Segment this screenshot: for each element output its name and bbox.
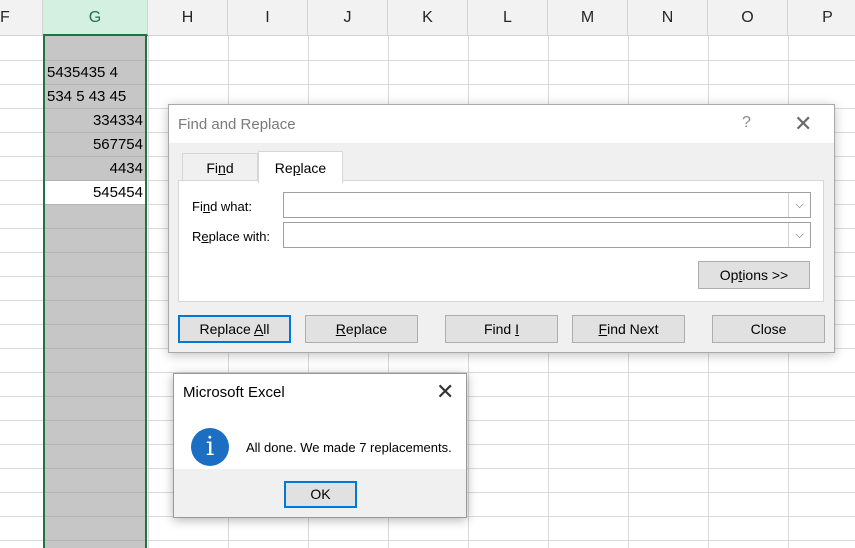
cell-border — [45, 348, 145, 349]
find-replace-dialog: Find and Replace ? ✕ Find Replace Find w… — [168, 104, 835, 353]
cell-border — [45, 468, 145, 469]
cell-border — [45, 396, 145, 397]
replace-all-button[interactable]: Replace All — [178, 315, 291, 343]
cell-g5[interactable]: 567754 — [45, 133, 145, 156]
close-button[interactable]: Close — [712, 315, 825, 343]
column-header-l[interactable]: L — [468, 0, 548, 36]
cell-border — [45, 444, 145, 445]
dialog-title: Find and Replace — [178, 116, 296, 133]
message-box-titlebar: Microsoft Excel ✕ — [174, 374, 466, 411]
tab-find[interactable]: Find — [182, 153, 258, 181]
chevron-down-icon[interactable]: ⌵ — [788, 223, 810, 247]
close-icon[interactable]: ✕ — [794, 111, 812, 137]
column-header-k[interactable]: K — [388, 0, 468, 36]
find-what-input[interactable]: ⌵ — [283, 192, 811, 218]
cell-border — [45, 252, 145, 253]
column-header-j[interactable]: J — [308, 0, 388, 36]
column-header-g[interactable]: G — [43, 0, 148, 36]
cell-border — [45, 492, 145, 493]
cell-g2[interactable]: 5435435 4 — [45, 61, 145, 84]
replace-with-input[interactable]: ⌵ — [283, 222, 811, 248]
close-icon[interactable]: ✕ — [436, 379, 454, 405]
cell-border — [45, 204, 145, 205]
cell-border — [45, 324, 145, 325]
cell-border — [45, 516, 145, 517]
cell-g3[interactable]: 534 5 43 45 — [45, 85, 145, 108]
column-header-f[interactable]: F — [0, 0, 43, 36]
replace-with-label: Replace with: — [192, 229, 271, 244]
tab-replace[interactable]: Replace — [258, 151, 343, 183]
ok-button[interactable]: OK — [284, 481, 357, 508]
cell-border — [45, 540, 145, 541]
find-what-label: Find what: — [192, 199, 252, 214]
column-header-h[interactable]: H — [148, 0, 228, 36]
cell-g6[interactable]: 4434 — [45, 157, 145, 180]
replace-button[interactable]: Replace — [305, 315, 418, 343]
message-box-body: i All done. We made 7 replacements. — [174, 411, 466, 469]
cell-border — [45, 372, 145, 373]
dialog-titlebar: Find and Replace ? ✕ — [169, 105, 834, 143]
message-box-title: Microsoft Excel — [183, 384, 285, 401]
cell-g4[interactable]: 334334 — [45, 109, 145, 132]
cell-border — [45, 420, 145, 421]
info-icon: i — [191, 428, 229, 466]
message-box: Microsoft Excel ✕ i All done. We made 7 … — [173, 373, 467, 518]
help-icon[interactable]: ? — [742, 114, 751, 132]
cell-border — [45, 300, 145, 301]
chevron-down-icon[interactable]: ⌵ — [788, 193, 810, 217]
cell-g7[interactable]: 545454 — [45, 181, 145, 204]
column-header-p[interactable]: P — [788, 0, 855, 36]
cell-border — [45, 228, 145, 229]
gridline-vertical — [148, 36, 149, 548]
column-header-m[interactable]: M — [548, 0, 628, 36]
column-header-i[interactable]: I — [228, 0, 308, 36]
cell-g1[interactable] — [45, 37, 145, 60]
column-header-o[interactable]: O — [708, 0, 788, 36]
replace-tab-panel: Find what: ⌵ Replace with: ⌵ Options >> — [178, 180, 824, 302]
column-header-n[interactable]: N — [628, 0, 708, 36]
message-text: All done. We made 7 replacements. — [246, 440, 452, 455]
options-button[interactable]: Options >> — [698, 261, 810, 289]
cell-border — [45, 276, 145, 277]
find-all-button[interactable]: Find I — [445, 315, 558, 343]
find-next-button[interactable]: Find Next — [572, 315, 685, 343]
